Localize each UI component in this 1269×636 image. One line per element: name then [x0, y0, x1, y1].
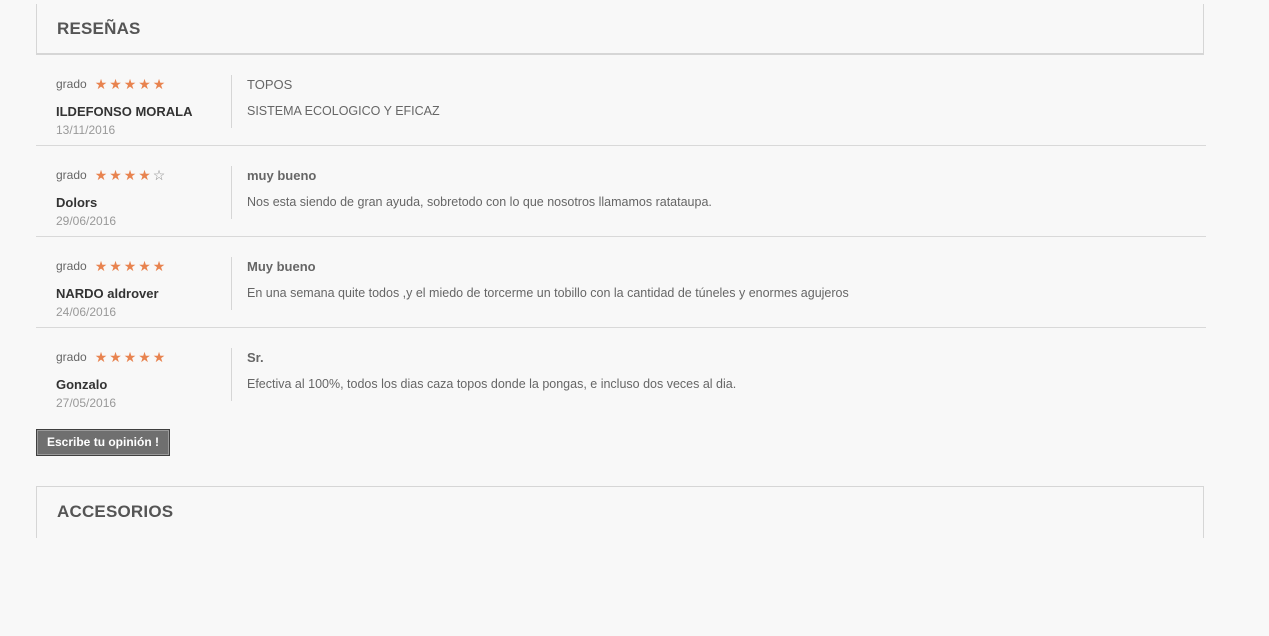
grade-label: grado: [56, 168, 87, 182]
reviews-section-title: RESEÑAS: [37, 4, 1203, 54]
review-body: En una semana quite todos ,y el miedo de…: [247, 286, 849, 300]
review-date: 24/06/2016: [56, 305, 117, 319]
review-title: muy bueno: [247, 168, 317, 183]
write-review-button[interactable]: Escribe tu opinión !: [36, 429, 171, 456]
star-filled-icon: ★: [138, 349, 151, 365]
star-filled-icon: ★: [109, 258, 122, 274]
star-empty-icon: ☆: [152, 167, 166, 183]
review-author: ILDEFONSO MORALA: [56, 104, 193, 119]
review-author: Gonzalo: [56, 377, 108, 392]
accessories-section: ACCESORIOS: [36, 486, 1204, 538]
review-item: grado ★ ★ ★ ★ ★ ILDEFONSO MORALA 13/11/2016 …: [36, 55, 1206, 146]
review-author: Dolors: [56, 195, 98, 210]
accessories-section-title: ACCESORIOS: [57, 502, 174, 521]
review-item: grado ★ ★ ★ ★ ★ Gonzalo 27/05/2016 Sr. Efect…: [36, 328, 1206, 419]
star-filled-icon: ★: [123, 76, 137, 92]
review-date: 27/05/2016: [56, 396, 117, 410]
star-filled-icon: ★: [123, 258, 137, 274]
grade-label: grado: [56, 350, 87, 364]
star-filled-icon: ★: [152, 258, 166, 274]
review-title: TOPOS: [247, 77, 293, 92]
review-divider: [231, 348, 232, 401]
review-item: grado ★ ★ ★ ★ ★ NARDO aldrover 24/06/2016 Mu…: [36, 237, 1206, 328]
review-date: 13/11/2016: [56, 123, 116, 137]
grade-label: grado: [56, 77, 87, 91]
reviews-section: RESEÑAS: [36, 4, 1204, 55]
review-divider: [231, 75, 232, 128]
star-rating: ★ ★ ★ ★ ★: [95, 77, 168, 91]
star-filled-icon: ★: [109, 76, 122, 92]
star-filled-icon: ★: [152, 349, 166, 365]
star-filled-icon: ★: [138, 258, 151, 274]
review-title: Sr.: [247, 350, 264, 365]
review-item: grado ★ ★ ★ ★ ☆ Dolors 29/06/2016 muy bueno …: [36, 146, 1206, 237]
star-filled-icon: ★: [109, 167, 122, 183]
star-filled-icon: ★: [123, 349, 137, 365]
star-rating: ★ ★ ★ ★ ☆: [95, 168, 168, 182]
star-filled-icon: ★: [94, 349, 108, 365]
star-filled-icon: ★: [138, 167, 151, 183]
review-body: SISTEMA ECOLOGICO Y EFICAZ: [247, 104, 440, 118]
star-filled-icon: ★: [94, 258, 108, 274]
star-rating: ★ ★ ★ ★ ★: [95, 259, 168, 273]
review-divider: [231, 257, 232, 310]
review-author: NARDO aldrover: [56, 286, 159, 301]
star-rating: ★ ★ ★ ★ ★: [95, 350, 168, 364]
review-body: Efectiva al 100%, todos los dias caza to…: [247, 377, 737, 391]
review-body: Nos esta siendo de gran ayuda, sobretodo…: [247, 195, 712, 209]
star-filled-icon: ★: [109, 349, 122, 365]
star-filled-icon: ★: [152, 76, 166, 92]
grade-label: grado: [56, 259, 87, 273]
review-title: Muy bueno: [247, 259, 316, 274]
star-filled-icon: ★: [94, 167, 108, 183]
review-date: 29/06/2016: [56, 214, 117, 228]
star-filled-icon: ★: [123, 167, 137, 183]
reviews-list: grado ★ ★ ★ ★ ★ ILDEFONSO MORALA 13/11/2016 …: [36, 55, 1206, 419]
star-filled-icon: ★: [94, 76, 108, 92]
star-filled-icon: ★: [138, 76, 151, 92]
review-divider: [231, 166, 232, 219]
